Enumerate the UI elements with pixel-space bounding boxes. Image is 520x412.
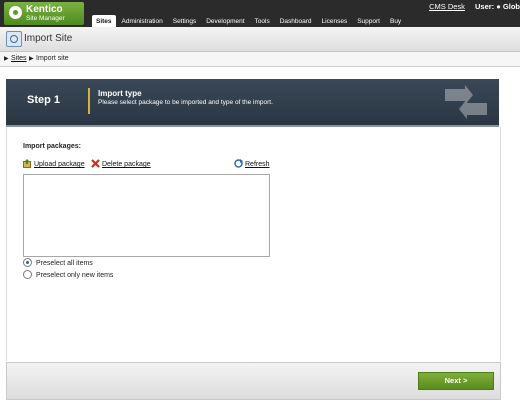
nav-item-administration[interactable]: Administration (118, 15, 167, 27)
cms-desk-link[interactable]: CMS Desk (429, 2, 465, 11)
delete-icon (91, 159, 100, 168)
kentico-logo-icon (9, 6, 22, 19)
refresh-icon (234, 159, 243, 168)
page-title-bar: Import Site (0, 27, 520, 52)
import-arrows-icon (445, 85, 487, 119)
delete-package-button[interactable]: Delete package (91, 159, 151, 168)
breadcrumb-arrow-icon: ▶ (4, 56, 9, 62)
import-packages-list[interactable] (23, 174, 270, 257)
nav-item-development[interactable]: Development (202, 15, 248, 27)
radio-preselect-new-input[interactable] (23, 270, 32, 279)
breadcrumb-link-sites[interactable]: Sites (11, 55, 27, 62)
breadcrumb-current: Import site (36, 55, 69, 62)
wizard-footer: Next > (6, 362, 501, 400)
wizard-content: Import packages: Upload package Delete p… (6, 127, 501, 361)
nav-item-dashboard[interactable]: Dashboard (276, 15, 316, 27)
radio-preselect-new[interactable]: Preselect only new items (23, 270, 113, 279)
nav-item-sites[interactable]: Sites (92, 15, 116, 27)
refresh-button[interactable]: Refresh (234, 159, 270, 168)
radio-preselect-new-label: Preselect only new items (36, 272, 114, 279)
refresh-link[interactable]: Refresh (245, 161, 270, 168)
kentico-logo[interactable]: Kentico Site Manager (4, 2, 84, 25)
import-site-icon (6, 31, 22, 47)
main-nav: Sites Administration Settings Developmen… (92, 15, 407, 27)
nav-item-support[interactable]: Support (353, 15, 384, 27)
upload-package-icon (23, 159, 31, 168)
import-packages-label: Import packages: (23, 143, 81, 150)
breadcrumb: ▶ Sites ▶ Import site (0, 52, 520, 67)
upload-package-button[interactable]: Upload package (23, 159, 85, 168)
user-icon: ● (496, 2, 501, 11)
top-bar: Kentico Site Manager CMS Desk User: ● Gl… (0, 0, 520, 27)
logo-name: Kentico (26, 4, 63, 15)
nav-item-licenses[interactable]: Licenses (318, 15, 352, 27)
wizard-step-description: Please select package to be imported and… (98, 99, 273, 106)
nav-item-buy[interactable]: Buy (386, 15, 405, 27)
radio-preselect-all[interactable]: Preselect all items (23, 258, 93, 267)
wizard-step-number: Step 1 (27, 94, 61, 106)
radio-preselect-all-label: Preselect all items (36, 260, 93, 267)
wizard-header: Step 1 Import type Please select package… (6, 79, 499, 127)
delete-package-link[interactable]: Delete package (102, 161, 151, 168)
user-name[interactable]: Glob (503, 2, 520, 11)
breadcrumb-separator-icon: ▶ (29, 56, 34, 62)
user-label: User: ● Glob (475, 2, 520, 11)
wizard-step-title: Import type (98, 89, 142, 98)
nav-item-tools[interactable]: Tools (251, 15, 274, 27)
user-label-text: User: (475, 2, 495, 11)
wizard-step-divider (88, 88, 90, 114)
radio-preselect-all-input[interactable] (23, 258, 32, 267)
top-links: CMS Desk User: ● Glob (429, 2, 520, 11)
upload-package-link[interactable]: Upload package (34, 161, 85, 168)
nav-item-settings[interactable]: Settings (169, 15, 201, 27)
logo-subtitle: Site Manager (26, 15, 65, 22)
next-button[interactable]: Next > (418, 372, 494, 390)
page-title: Import Site (24, 33, 73, 44)
